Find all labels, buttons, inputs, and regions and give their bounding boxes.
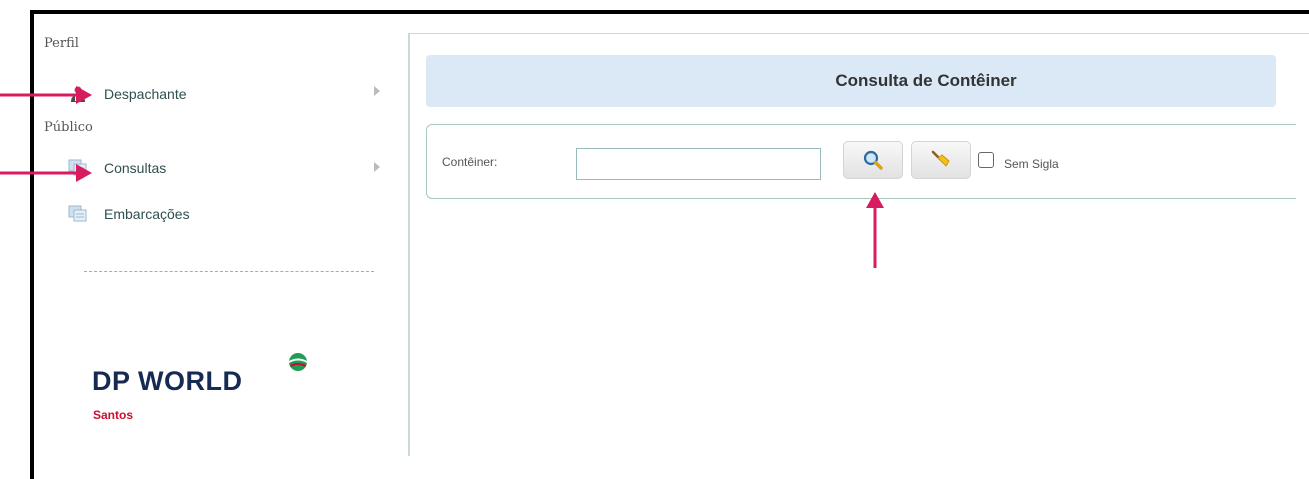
annotation-arrow-icon [0,86,92,104]
sidebar-item-label: Consultas [104,160,167,176]
sidebar-item-label: Embarcações [104,206,190,222]
container-input[interactable] [576,148,821,180]
globe-icon [289,353,307,371]
logo-text: DP WORLD [92,366,243,396]
page-title: Consulta de Contêiner [835,71,1017,90]
search-button[interactable] [843,141,903,179]
submenu-arrow-icon [374,162,380,172]
broom-icon [931,150,950,167]
sidebar-item-embarcacoes[interactable]: Embarcações [68,204,190,224]
dp-world-logo: DP WORLD Santos [80,350,320,432]
clear-button[interactable] [911,141,971,179]
annotation-arrow-icon [0,164,92,182]
container-label: Contêiner: [442,155,498,169]
sem-sigla-checkbox[interactable] [978,152,994,168]
section-title-perfil: Perfil [44,36,79,51]
magnifier-icon [863,150,883,170]
page-header: Consulta de Contêiner [426,55,1276,107]
submenu-arrow-icon [374,86,380,96]
annotation-arrow-icon [866,192,884,268]
sidebar-item-label: Despachante [104,86,187,102]
sem-sigla-label: Sem Sigla [1004,157,1059,171]
logo-subtitle: Santos [93,408,134,422]
section-title-publico: Público [44,120,93,135]
sidebar-divider [84,271,374,272]
documents-icon [68,204,88,224]
